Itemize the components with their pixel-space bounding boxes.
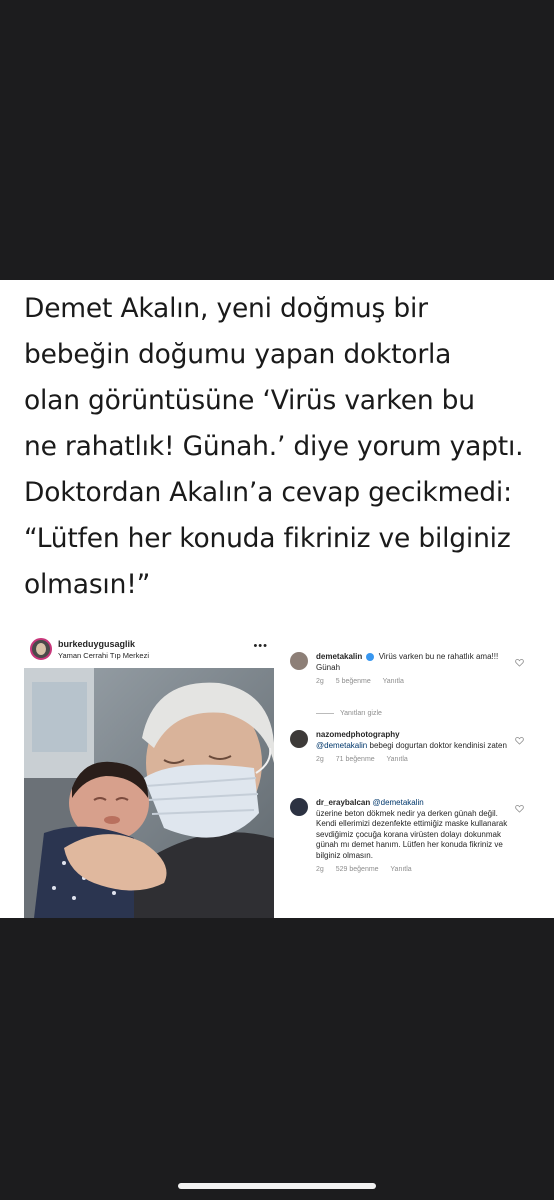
commenter-username[interactable]: demetakalin (316, 652, 362, 661)
post-header: burkeduygusaglik Yaman Cerrahi Tıp Merke… (24, 632, 274, 668)
instagram-post: burkeduygusaglik Yaman Cerrahi Tıp Merke… (24, 632, 274, 918)
comment-time: 2g (316, 678, 324, 685)
doctor-holding-newborn-photo (24, 668, 274, 918)
instagram-composite-image: burkeduygusaglik Yaman Cerrahi Tıp Merke… (24, 632, 530, 918)
post-photo (24, 668, 274, 918)
comment-time: 2g (316, 866, 324, 873)
comments-panel: demetakalin Virüs varken bu ne rahatlık … (282, 632, 530, 918)
reply-link[interactable]: Yanıtla (390, 866, 411, 873)
comment-text: üzerine beton dökmek nedir ya derken gün… (316, 808, 508, 860)
reply-link[interactable]: Yanıtla (387, 756, 408, 763)
comment-mention[interactable]: @demetakalin (373, 798, 424, 807)
hide-replies-link[interactable]: Yanıtları gizle (316, 710, 382, 717)
profile-avatar[interactable] (30, 638, 52, 660)
post-username[interactable]: burkeduygusaglik (58, 639, 135, 649)
comment-likes[interactable]: 71 beğenme (336, 756, 375, 763)
heart-icon[interactable] (515, 736, 524, 745)
image-viewer-bottom-area (0, 918, 554, 1200)
commenter-avatar[interactable] (290, 798, 308, 816)
news-headline-text: Demet Akalın, yeni doğmuş bir bebeğin do… (24, 293, 524, 600)
comment-likes[interactable]: 5 beğenme (336, 678, 371, 685)
image-viewer-top-area (0, 0, 554, 280)
reply-link[interactable]: Yanıtla (383, 678, 404, 685)
heart-icon[interactable] (515, 804, 524, 813)
commenter-avatar[interactable] (290, 730, 308, 748)
more-horizontal-icon[interactable]: ••• (253, 640, 268, 652)
commenter-username[interactable]: dr_eraybalcan (316, 798, 370, 807)
commenter-username[interactable]: nazomedphotography (316, 730, 400, 739)
comment-mention[interactable]: @demetakalin (316, 741, 367, 750)
home-indicator[interactable] (178, 1183, 376, 1189)
comment-likes[interactable]: 529 beğenme (336, 866, 379, 873)
commenter-avatar[interactable] (290, 652, 308, 670)
post-location[interactable]: Yaman Cerrahi Tıp Merkezi (58, 651, 149, 660)
verified-badge-icon (366, 652, 375, 661)
comment-time: 2g (316, 756, 324, 763)
comment-text: bebegi dogurtan doktor kendinisi zaten (369, 740, 507, 750)
heart-icon[interactable] (515, 658, 524, 667)
